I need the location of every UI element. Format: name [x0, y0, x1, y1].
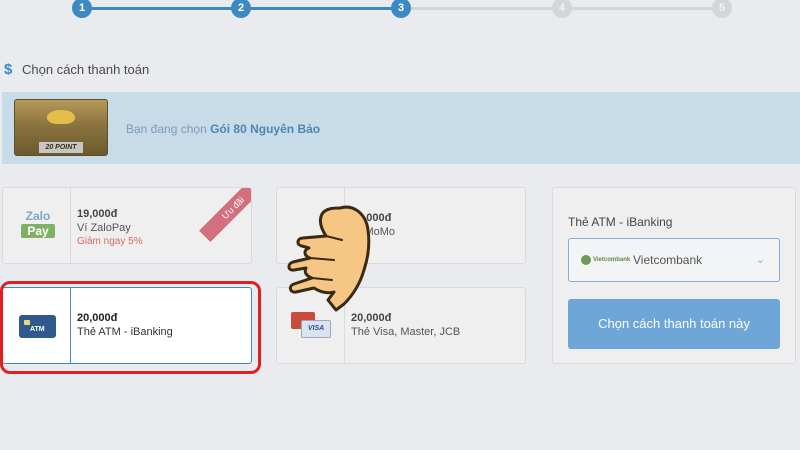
bank-selection-panel: Thẻ ATM - iBanking Vietcombank Vietcomba…: [552, 187, 796, 364]
selected-package-text: Bạn đang chọn Gói 80 Nguyên Bảo: [126, 122, 320, 136]
chevron-down-icon: ⌄: [755, 254, 765, 266]
selected-package-banner: 20 POINT Bạn đang chọn Gói 80 Nguyên Bảo: [2, 92, 800, 164]
package-point-label: 20 POINT: [39, 142, 83, 153]
dollar-icon: $: [4, 60, 13, 78]
panel-label: Thẻ ATM - iBanking: [568, 215, 673, 229]
pointing-hand-icon: [287, 205, 371, 312]
vietcombank-logo: Vietcombank: [581, 254, 630, 268]
step-1: 1: [72, 0, 92, 18]
step-4: 4: [552, 0, 572, 18]
credit-card-icon: VISA: [291, 312, 331, 338]
visa-name: Thẻ Visa, Master, JCB: [351, 326, 461, 338]
zalopay-logo-top: Zalo: [25, 209, 51, 223]
section-title: $ Chọn cách thanh toán: [4, 58, 149, 80]
gold-ingot-icon: [47, 110, 75, 124]
zalopay-promo: Giảm ngay 5%: [77, 236, 143, 247]
selected-package-prefix: Bạn đang chọn: [126, 122, 207, 136]
progress-stepper: 1 2 3 4 5: [0, 0, 800, 22]
step-5: 5: [712, 0, 732, 18]
visa-info: 20,000đ Thẻ Visa, Master, JCB: [351, 312, 460, 338]
promo-ribbon: Ưu đãi: [199, 188, 251, 242]
vietcombank-logo-text: Vietcombank: [593, 257, 631, 263]
confirm-payment-button[interactable]: Chọn cách thanh toán này: [568, 299, 780, 349]
zalopay-logo: Zalo Pay: [3, 188, 71, 263]
selected-package-name: Gói 80 Nguyên Bảo: [210, 122, 321, 136]
package-image: 20 POINT: [14, 99, 108, 156]
zalopay-logo-bottom: Pay: [21, 224, 55, 238]
zalopay-info: 19,000đ Ví ZaloPay Giảm ngay 5%: [77, 208, 143, 247]
zalopay-price: 19,000đ: [77, 208, 118, 220]
highlight-annotation: [0, 281, 261, 374]
section-title-text: Chọn cách thanh toán: [22, 61, 150, 77]
step-2: 2: [231, 0, 251, 18]
payment-method-zalopay[interactable]: Zalo Pay 19,000đ Ví ZaloPay Giảm ngay 5%…: [2, 187, 252, 264]
zalopay-name: Ví ZaloPay: [77, 222, 131, 234]
bank-select[interactable]: Vietcombank Vietcombank ⌄: [568, 238, 780, 282]
bank-select-value: Vietcombank: [633, 253, 703, 267]
visa-logo-text: VISA: [301, 320, 331, 338]
step-3: 3: [391, 0, 411, 18]
